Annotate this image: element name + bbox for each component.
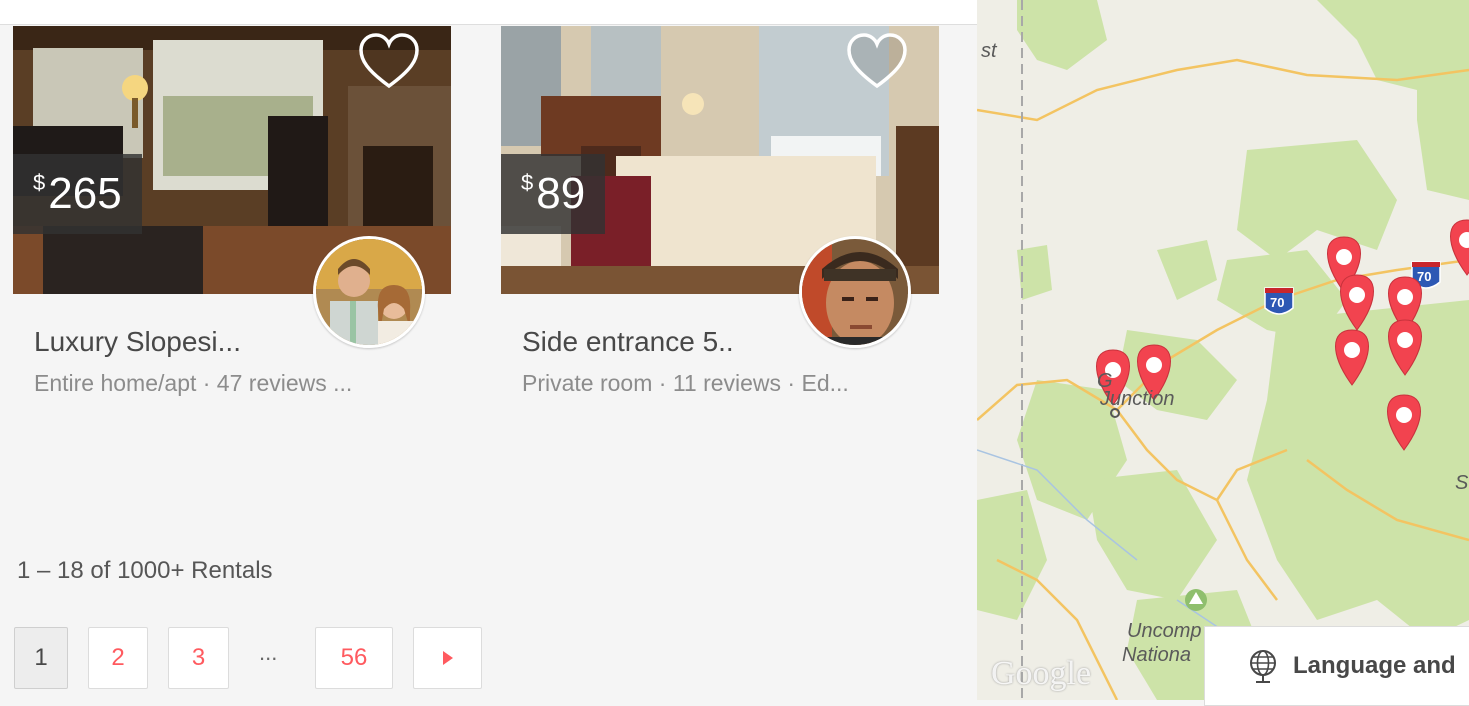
heart-outline-icon[interactable]	[357, 30, 421, 94]
listing-meta: Private room · 11 reviews · Ed...	[522, 370, 849, 397]
page-1-button[interactable]: 1	[14, 627, 68, 689]
price-tag: $ 89	[501, 154, 605, 234]
listing-panel: $ 265 Luxury Slopesi... Entire home/apt …	[0, 0, 977, 700]
price-amount: 265	[48, 154, 121, 234]
language-button-label: Language and	[1293, 652, 1456, 680]
globe-icon	[1247, 648, 1279, 684]
page-2-button[interactable]: 2	[88, 627, 148, 689]
highway-label: 70	[1270, 295, 1284, 310]
price-currency: $	[33, 170, 45, 196]
next-page-button[interactable]	[413, 627, 482, 689]
host-couple-avatar[interactable]	[313, 236, 425, 348]
map-canvas[interactable]: 70 70	[977, 0, 1469, 700]
pagination-ellipsis: ...	[259, 640, 277, 666]
page-56-button[interactable]: 56	[315, 627, 393, 689]
results-count: 1 – 18 of 1000+ Rentals	[17, 557, 273, 585]
map-edge-label: S	[1455, 472, 1468, 495]
listing-card[interactable]: $ 265 Luxury Slopesi... Entire home/apt …	[13, 26, 451, 294]
heart-outline-icon[interactable]	[845, 30, 909, 94]
page-3-button[interactable]: 3	[168, 627, 229, 689]
listing-card[interactable]: $ 89 Side entrance 5.. Private room · 11…	[501, 26, 939, 294]
price-currency: $	[521, 170, 533, 196]
map-edge-label: st	[981, 40, 997, 63]
listing-title[interactable]: Luxury Slopesi...	[34, 326, 241, 358]
listing-title[interactable]: Side entrance 5..	[522, 326, 734, 358]
triangle-right-icon	[441, 650, 455, 666]
host-man-avatar[interactable]	[799, 236, 911, 348]
price-amount: 89	[536, 154, 585, 234]
header-strip	[0, 0, 977, 25]
results-map[interactable]: 70 70 st G Junction S Uncomp Nationa Goo…	[977, 0, 1469, 700]
google-logo: Google	[991, 655, 1091, 693]
language-button[interactable]: Language and	[1204, 626, 1469, 706]
map-city-label: Junction	[1100, 388, 1175, 411]
price-tag: $ 265	[13, 154, 142, 234]
highway-label: 70	[1417, 269, 1431, 284]
listing-meta: Entire home/apt · 47 reviews ...	[34, 370, 352, 397]
map-park-label: Uncomp	[1127, 620, 1201, 643]
map-park-label: Nationa	[1122, 644, 1191, 667]
